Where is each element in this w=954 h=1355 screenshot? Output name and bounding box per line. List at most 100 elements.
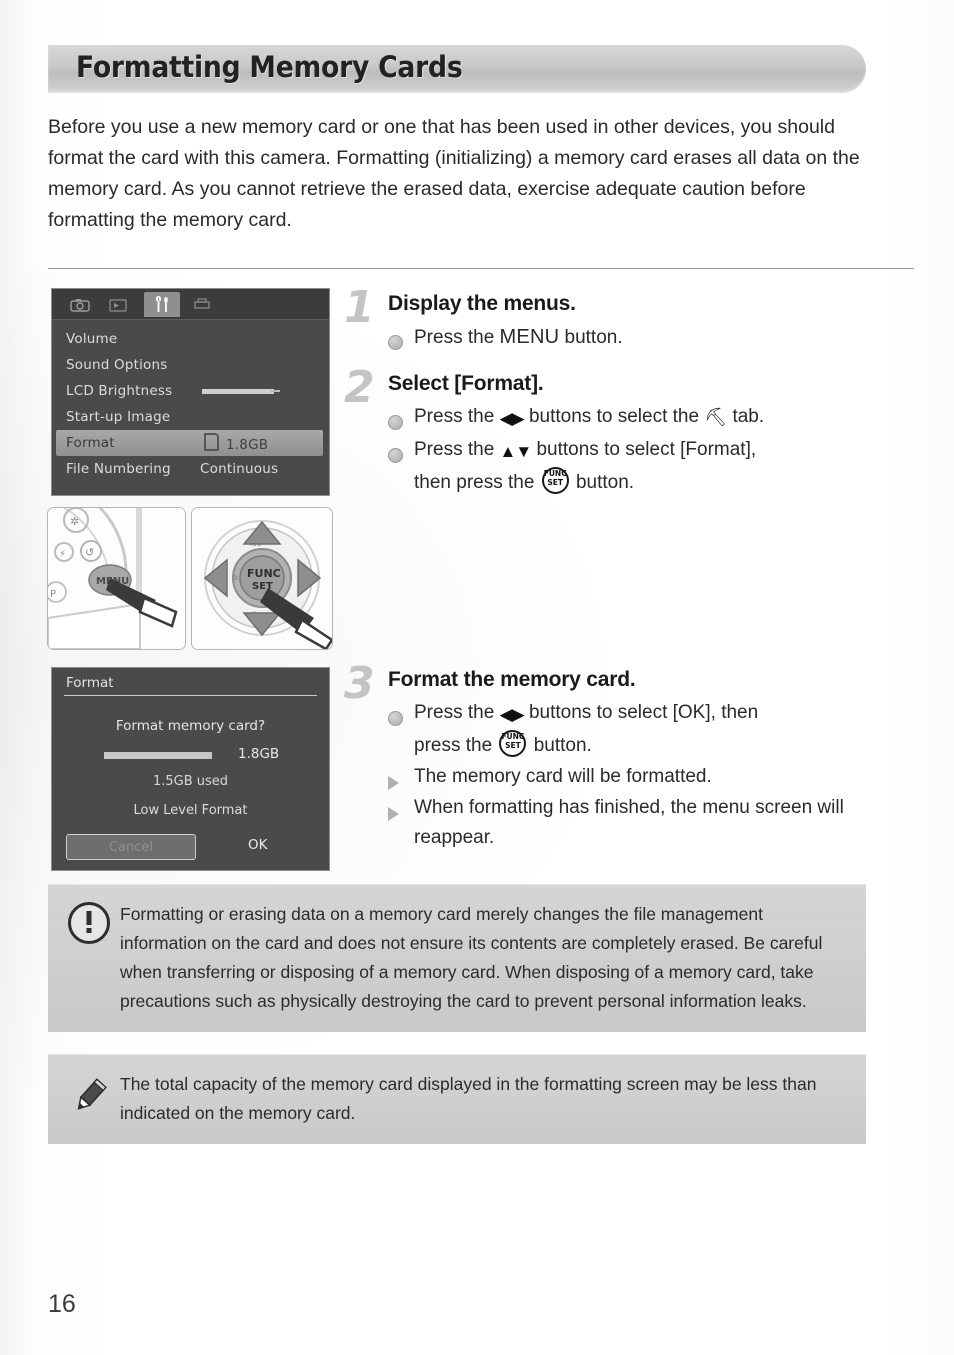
lcd-menu-screenshot: Volume Sound Options LCD Brightness Star… <box>52 289 329 495</box>
page-title: Formatting Memory Cards <box>76 50 463 84</box>
step-3-item-3: When formatting has finished, the menu s… <box>388 793 916 853</box>
format-dialog-buttons: Cancel OK <box>52 834 329 860</box>
func-set-button-icon: FUNC SET <box>499 730 527 757</box>
step-3-item-2: The memory card will be formatted. <box>388 762 916 792</box>
left-right-arrows-icon: ◀▶ <box>499 409 525 428</box>
note-callout: The total capacity of the memory card di… <box>48 1054 866 1144</box>
file-numbering-value: Continuous <box>200 461 279 477</box>
menu-row-startup-image: Start-up Image <box>52 404 329 430</box>
lcd-menu-list: Volume Sound Options LCD Brightness Star… <box>52 320 329 482</box>
step-2-title: Select [Format]. <box>388 372 544 395</box>
cancel-button: Cancel <box>66 834 196 860</box>
format-capacity-row: 1.8GB <box>52 746 329 764</box>
step-2-number: 2 <box>344 362 375 413</box>
bullet-dot-icon <box>388 443 403 473</box>
warning-callout-text: Formatting or erasing data on a memory c… <box>120 904 823 1011</box>
warning-callout: Formatting or erasing data on a memory c… <box>48 884 866 1032</box>
menu-row-label: Volume <box>66 331 118 347</box>
step-3: 3 Format the memory card. Press the ◀▶ b… <box>344 662 916 854</box>
svg-text:↺: ↺ <box>85 546 94 559</box>
step-2-item-2-line2-pre: then press the <box>414 472 540 493</box>
svg-text:✿: ✿ <box>232 574 238 582</box>
exclamation-circle-icon <box>68 902 110 944</box>
format-capacity-text: 1.8GB <box>226 437 269 453</box>
brightness-slider <box>202 388 274 394</box>
step-3-item-1-pre: Press the <box>414 702 500 723</box>
step-2-item-1-pre: Press the <box>414 406 500 427</box>
capacity-bar <box>104 752 212 759</box>
result-triangle-icon <box>388 801 399 831</box>
intro-paragraph: Before you use a new memory card or one … <box>48 116 860 231</box>
step-2-item-2-line2-post: button. <box>570 472 635 493</box>
step-2: 2 Select [Format]. Press the ◀▶ buttons … <box>344 366 916 499</box>
step-3-item-1-mid: buttons to select [OK], then <box>523 702 759 723</box>
step-2-item-2-pre: Press the <box>414 439 500 460</box>
bullet-dot-icon <box>388 706 403 736</box>
step-2-item-2-mid: buttons to select [Format], <box>531 439 757 460</box>
menu-row-label: Sound Options <box>66 357 168 373</box>
menu-button-illustration: ✲ ↺ ⚡ P MENU <box>47 507 186 650</box>
menu-row-format: Format 1.8GB <box>56 430 323 456</box>
step-3-title: Format the memory card. <box>388 668 636 691</box>
control-pad-illustration: FUNC SET ISO ✿ ⚡ ↺ <box>191 507 333 650</box>
svg-text:✲: ✲ <box>70 515 79 528</box>
brightness-tick <box>270 390 280 392</box>
menu-row-label: LCD Brightness <box>66 383 173 399</box>
step-1: 1 Display the menus. Press the MENU butt… <box>344 286 916 354</box>
menu-row-label: Format <box>66 435 115 451</box>
menu-row-volume: Volume <box>52 326 329 352</box>
step-1-number: 1 <box>344 282 375 333</box>
left-right-arrows-icon: ◀▶ <box>499 705 525 724</box>
step-2-item-1-post: tab. <box>727 406 765 427</box>
bullet-dot-icon <box>388 330 403 360</box>
step-3-item-1-line2-post: button. <box>528 735 592 756</box>
lcd-format-dialog-screenshot: Format Format memory card? 1.8GB 1.5GB u… <box>52 668 329 870</box>
step-2-item-2: Press the ▲▼ buttons to select [Format],… <box>388 435 916 498</box>
tools-tab-icon <box>144 292 180 317</box>
page-number: 16 <box>48 1290 76 1318</box>
step-3-item-3-text: When formatting has finished, the menu s… <box>414 797 844 848</box>
menu-button-word: MENU <box>499 326 560 348</box>
pencil-icon <box>68 1072 110 1114</box>
menu-row-label: File Numbering <box>66 461 171 477</box>
low-level-format-option: Low Level Format <box>133 803 248 818</box>
format-dialog-divider <box>64 695 317 696</box>
capacity-total-label: 1.8GB <box>238 746 280 762</box>
camera-tab-icon <box>62 292 98 317</box>
svg-text:⚡: ⚡ <box>288 574 293 582</box>
menu-row-label: Start-up Image <box>66 409 171 425</box>
step-3-item-2-text: The memory card will be formatted. <box>414 766 712 787</box>
svg-text:⚡: ⚡ <box>59 549 66 560</box>
note-callout-text: The total capacity of the memory card di… <box>120 1074 817 1123</box>
playback-tab-icon <box>100 292 136 317</box>
menu-row-file-numbering: File Numbering Continuous <box>52 456 329 482</box>
step-1-item-1-tail: button. <box>559 327 623 348</box>
svg-text:FUNC: FUNC <box>247 567 281 580</box>
step-3-body: Press the ◀▶ buttons to select [OK], the… <box>388 698 916 853</box>
format-capacity-value: 1.8GB <box>204 433 268 453</box>
menu-row-sound-options: Sound Options <box>52 352 329 378</box>
lcd-tab-bar <box>52 289 329 320</box>
menu-row-lcd-brightness: LCD Brightness <box>52 378 329 404</box>
step-1-item-1: Press the MENU button. <box>388 322 916 353</box>
step-2-body: Press the ◀▶ buttons to select the ⛏ tab… <box>388 402 916 498</box>
func-set-button-icon: FUNC SET <box>541 467 569 494</box>
tools-tab-glyph-icon: ⛏ <box>704 407 728 427</box>
capacity-used-label: 1.5GB used <box>152 774 229 789</box>
step-3-item-1: Press the ◀▶ buttons to select [OK], the… <box>388 698 916 761</box>
format-dialog-question: Format memory card? <box>115 718 266 734</box>
step-3-number: 3 <box>344 658 375 709</box>
step-1-title: Display the menus. <box>388 292 576 315</box>
step-2-item-1: Press the ◀▶ buttons to select the ⛏ tab… <box>388 402 916 434</box>
format-dialog-title: Format <box>66 675 114 691</box>
step-1-body: Press the MENU button. <box>388 322 916 353</box>
step-2-item-1-mid: buttons to select the <box>523 406 705 427</box>
up-down-arrows-icon: ▲▼ <box>499 442 533 461</box>
step-3-item-1-line2-pre: press the <box>414 735 498 756</box>
step-1-item-1-pre: Press the <box>414 327 500 348</box>
svg-text:P: P <box>50 589 56 600</box>
ok-button: OK <box>248 837 268 853</box>
memory-card-icon <box>204 433 219 451</box>
print-tab-icon <box>184 292 220 317</box>
section-divider <box>48 268 914 269</box>
